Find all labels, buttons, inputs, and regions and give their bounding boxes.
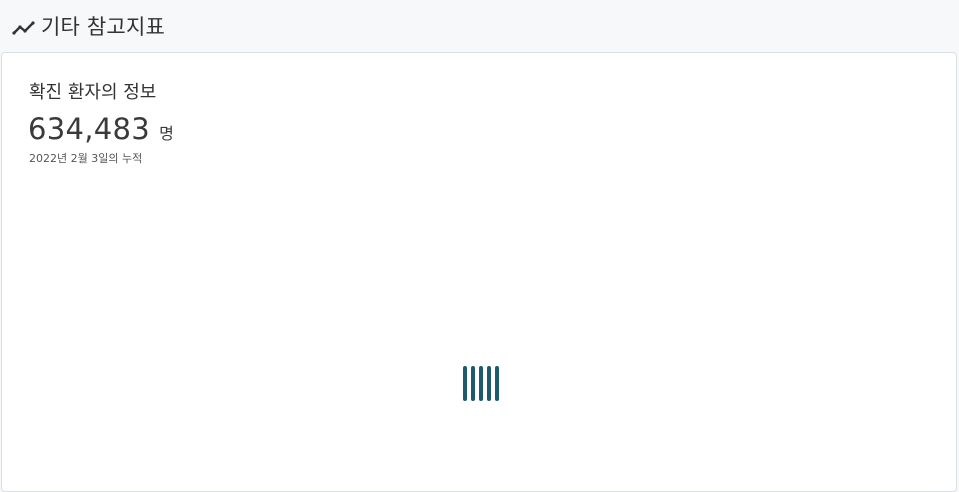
loading-bar bbox=[495, 366, 499, 401]
confirmed-patients-card: 확진 환자의 정보 634,483 명 2022년 2월 3일의 누적 bbox=[1, 52, 957, 492]
cumulative-date-note: 2022년 2월 3일의 누적 bbox=[29, 152, 143, 165]
confirmed-count: 634,483 bbox=[28, 112, 151, 146]
loading-bar bbox=[487, 366, 491, 401]
loading-bar bbox=[479, 366, 483, 401]
loading-bars-icon bbox=[462, 366, 502, 402]
trending-line-icon bbox=[12, 17, 36, 37]
count-unit: 명 bbox=[159, 124, 174, 143]
loading-bar bbox=[463, 366, 467, 401]
value-row: 634,483 명 bbox=[28, 112, 174, 146]
loading-bar bbox=[471, 366, 475, 401]
card-title: 확진 환자의 정보 bbox=[29, 82, 157, 103]
page-title: 기타 참고지표 bbox=[41, 15, 165, 39]
page-header: 기타 참고지표 bbox=[0, 0, 959, 52]
